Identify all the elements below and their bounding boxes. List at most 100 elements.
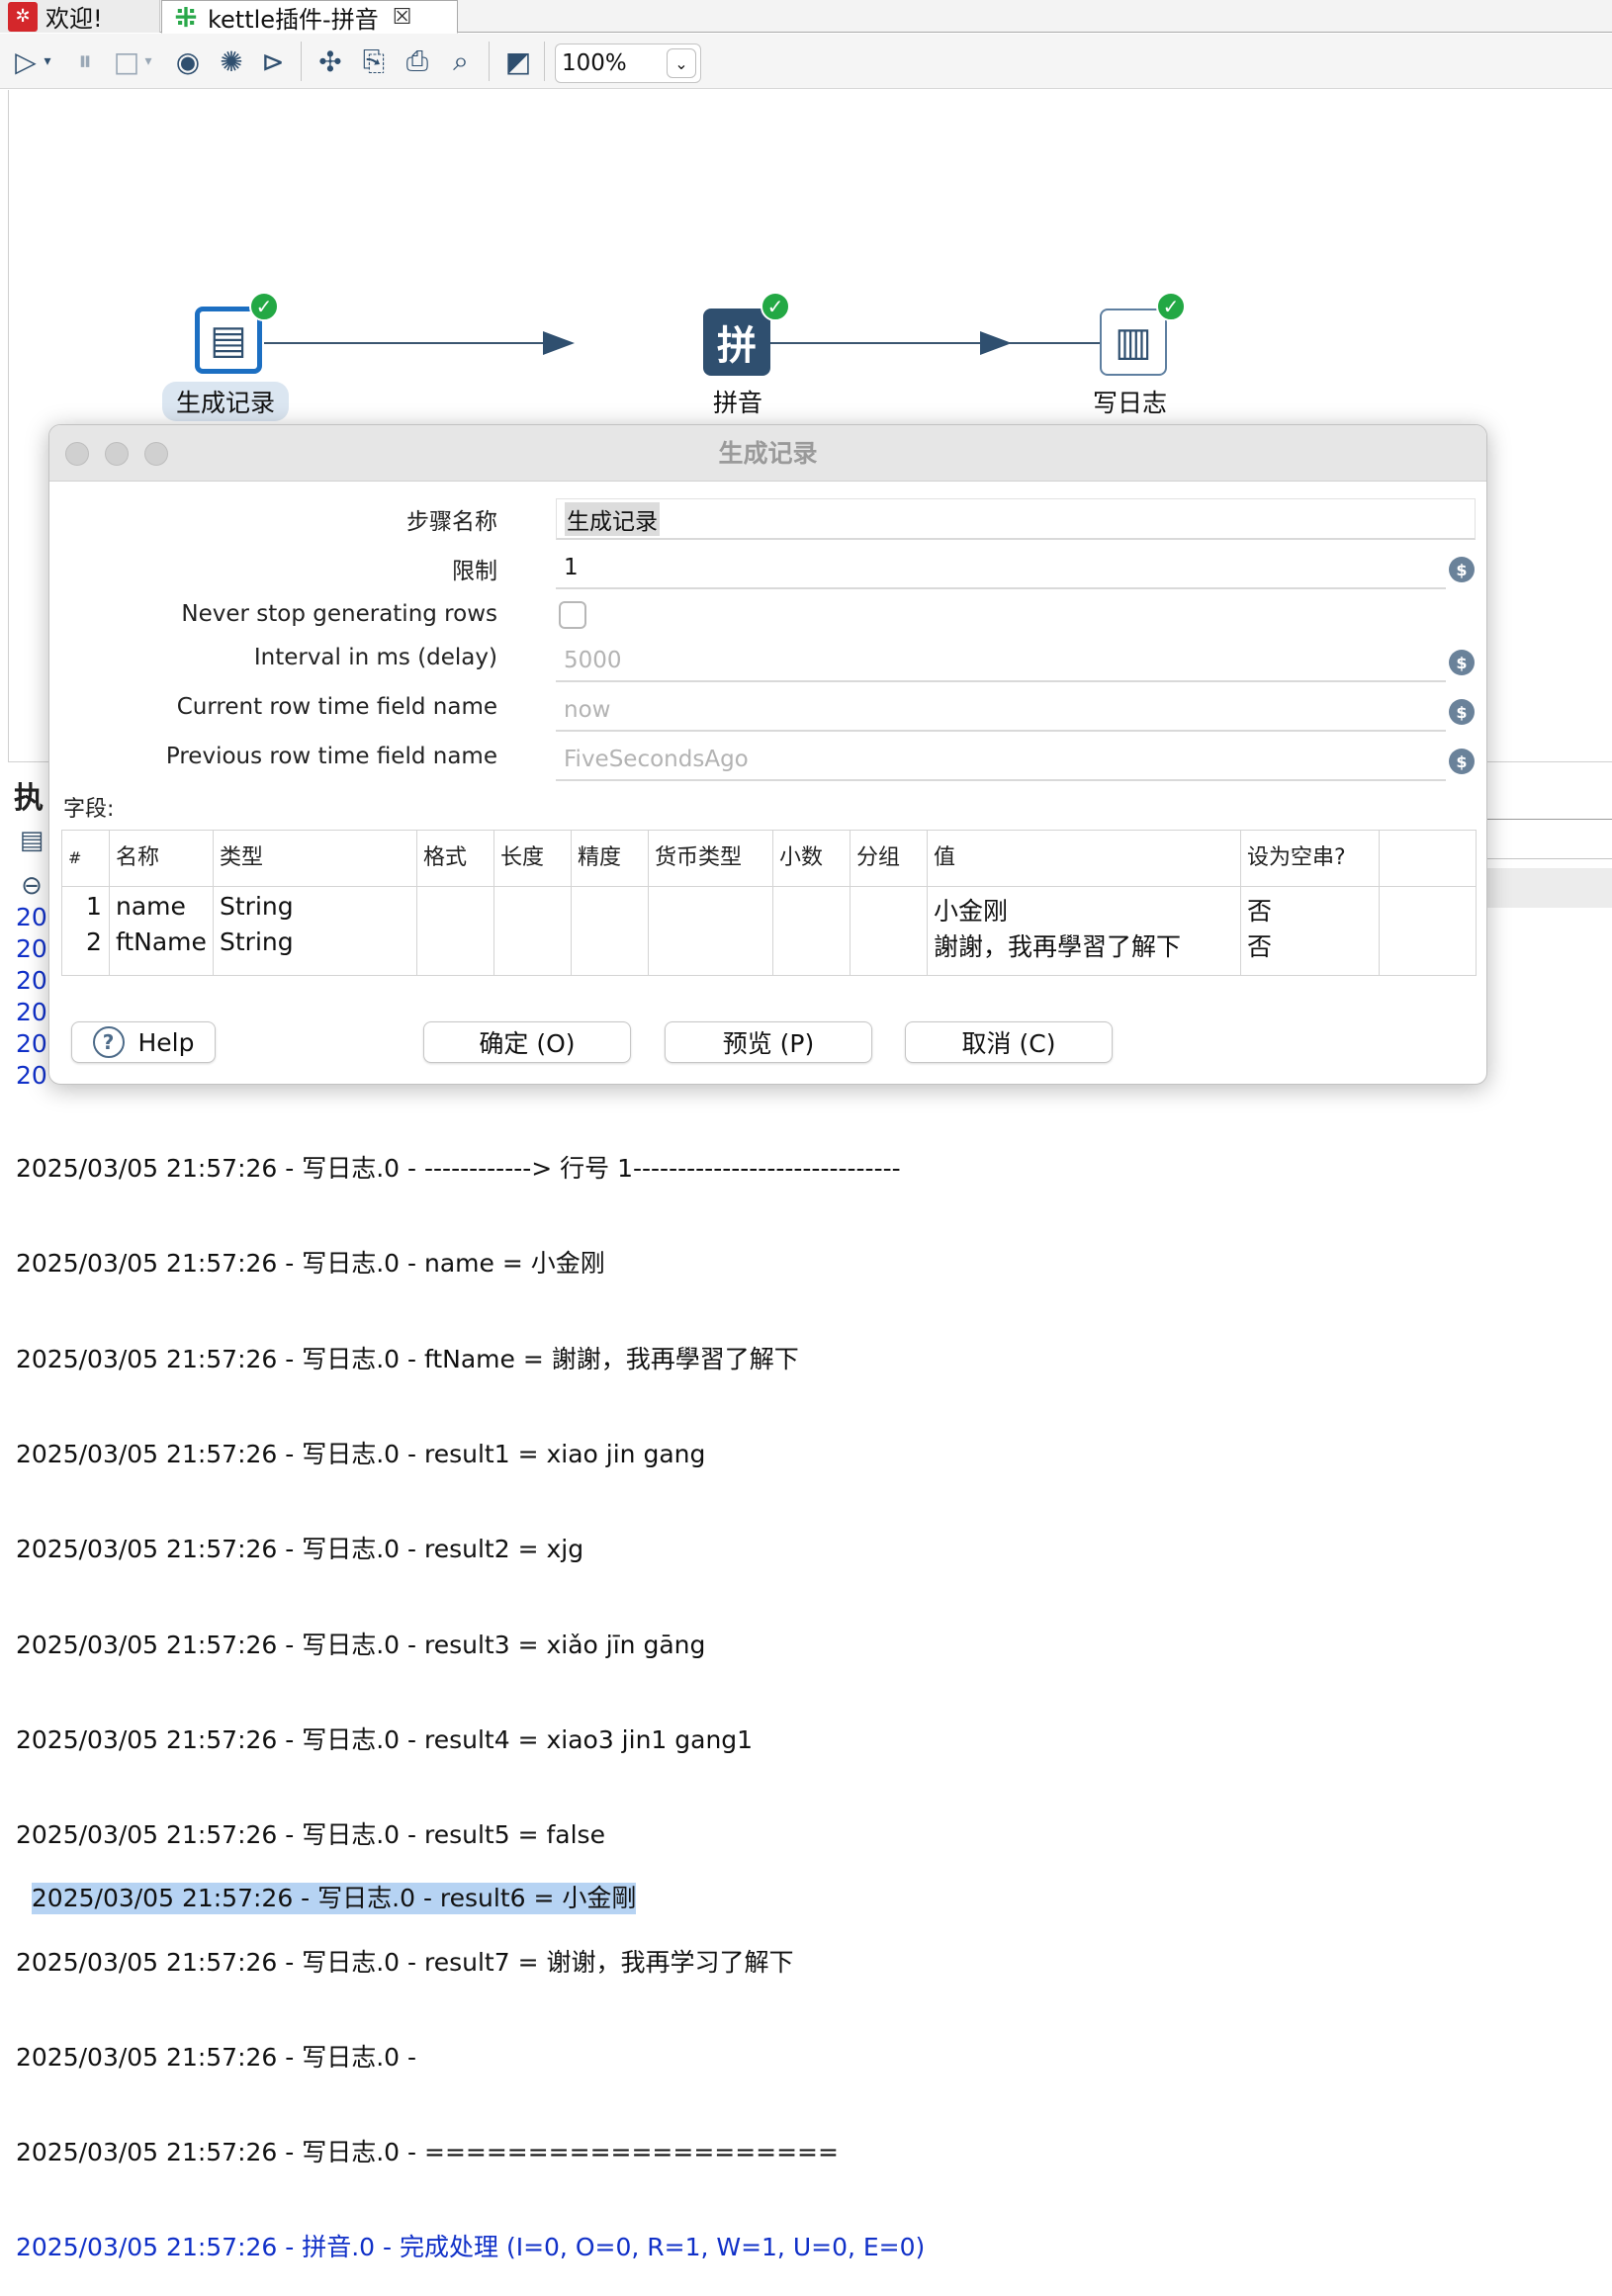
row-number[interactable]: 1 xyxy=(80,892,102,921)
help-button-label: Help xyxy=(137,1027,195,1057)
help-button[interactable]: ? Help xyxy=(71,1021,216,1063)
limit-value: 1 xyxy=(564,555,579,580)
transformation-toolbar: ▷ ▾ ⏸ □ ▾ ◉ ✺ ⊳ ✣ ⎘ ⎙ ⌕ ◩ 100% ⌄ xyxy=(0,34,1612,89)
log-line: 2025/03/05 21:57:26 - 写日志.0 - ----------… xyxy=(16,1154,901,1184)
log-line-partial: 20 xyxy=(16,1061,47,1090)
column-header[interactable]: 设为空串? xyxy=(1241,831,1380,886)
column-header[interactable]: 小数 xyxy=(773,831,851,886)
step-generate-rows[interactable]: ▤ xyxy=(195,307,262,374)
log-line: 2025/03/05 21:57:26 - 写日志.0 - ==========… xyxy=(16,2138,839,2167)
explore-db-icon[interactable]: ⌕ xyxy=(443,44,479,79)
limit-label: 限制 xyxy=(452,559,497,584)
step-label-generate-rows[interactable]: 生成记录 xyxy=(162,382,290,421)
impact-icon[interactable]: ⎘ xyxy=(356,44,392,79)
current-row-time-value: now xyxy=(564,697,611,723)
column-header[interactable]: 名称 xyxy=(110,831,214,886)
field-value-cell[interactable]: 謝謝，我再學習了解下 xyxy=(928,927,1181,963)
set-empty-cell[interactable]: 否 xyxy=(1241,892,1272,927)
debug-icon[interactable]: ✺ xyxy=(214,44,249,79)
column-header[interactable]: # xyxy=(62,831,110,886)
log-line: 2025/03/05 21:57:26 - 写日志.0 - result4 = … xyxy=(16,1724,754,1754)
log-output[interactable]: 2025/03/05 21:57:26 - 写日志.0 - ----------… xyxy=(16,1090,925,2296)
run-dropdown-icon[interactable]: ▾ xyxy=(38,44,57,79)
variable-icon[interactable]: $ xyxy=(1449,749,1475,774)
current-row-time-field[interactable]: now xyxy=(556,690,1446,732)
step-pinyin[interactable]: 拼 xyxy=(703,309,770,376)
column-header[interactable]: 类型 xyxy=(214,831,417,886)
table-header-divider xyxy=(62,886,1476,887)
step-name-value: 生成记录 xyxy=(565,501,660,536)
variable-icon[interactable]: $ xyxy=(1449,699,1475,725)
chevron-down-icon[interactable]: ⌄ xyxy=(667,48,696,78)
zoom-value: 100% xyxy=(562,50,627,76)
write-log-icon: ▥ xyxy=(1115,319,1152,365)
generate-rows-icon: ▤ xyxy=(210,317,247,363)
log-line: 2025/03/05 21:57:26 - 写日志.0 - ftName = 謝… xyxy=(16,1344,799,1373)
log-line: 2025/03/05 21:57:26 - 写日志.0 - xyxy=(16,2042,425,2072)
tab-welcome[interactable]: ✲ 欢迎! xyxy=(0,0,160,33)
tab-transformation[interactable]: ⁜ kettle插件-拼音 ☒ xyxy=(161,0,458,34)
hop-line[interactable] xyxy=(770,342,998,344)
never-stop-label: Never stop generating rows xyxy=(181,601,497,627)
fields-table[interactable]: # 名称 类型 格式 长度 精度 货币类型 小数 分组 值 设为空串? 1 na… xyxy=(61,830,1477,976)
column-divider xyxy=(571,887,572,975)
field-type-cell[interactable]: String xyxy=(214,892,294,921)
verify-icon[interactable]: ✣ xyxy=(313,44,348,79)
stop-dropdown-icon[interactable]: ▾ xyxy=(138,44,158,79)
close-icon[interactable]: ☒ xyxy=(393,5,412,30)
log-page-icon[interactable]: ▤ xyxy=(16,825,47,856)
column-header[interactable]: 长度 xyxy=(494,831,572,886)
log-line-partial: 20 xyxy=(16,903,47,931)
previous-row-time-value: FiveSecondsAgo xyxy=(564,747,749,772)
fields-label: 字段: xyxy=(63,797,115,822)
log-line-partial: 20 xyxy=(16,998,47,1026)
column-divider xyxy=(416,887,417,975)
interval-field[interactable]: 5000 xyxy=(556,641,1446,682)
log-line-partial: 20 xyxy=(16,1029,47,1058)
variable-icon[interactable]: $ xyxy=(1449,557,1475,582)
collapse-icon[interactable]: ⊖ xyxy=(16,870,47,902)
column-header[interactable]: 分组 xyxy=(851,831,928,886)
field-value-cell[interactable]: 小金刚 xyxy=(928,892,1008,927)
ok-button[interactable]: 确定 (O) xyxy=(423,1021,631,1063)
hop-line[interactable] xyxy=(1008,342,1107,344)
column-divider xyxy=(648,887,649,975)
limit-field[interactable]: 1 xyxy=(556,548,1446,589)
field-name-cell[interactable]: name xyxy=(110,892,186,921)
previous-row-time-field[interactable]: FiveSecondsAgo xyxy=(556,740,1446,781)
toolbar-separator xyxy=(544,42,545,81)
hop-line[interactable] xyxy=(264,342,561,344)
replay-icon[interactable]: ⊳ xyxy=(255,44,291,79)
never-stop-checkbox[interactable] xyxy=(559,601,586,629)
log-line: 2025/03/05 21:57:26 - 写日志.0 - result3 = … xyxy=(16,1630,706,1659)
cancel-button[interactable]: 取消 (C) xyxy=(905,1021,1113,1063)
log-line: 2025/03/05 21:57:26 - 写日志.0 - result1 = … xyxy=(16,1440,706,1469)
field-type-cell[interactable]: String xyxy=(214,927,294,956)
column-header[interactable]: 值 xyxy=(928,831,1241,886)
step-label-write-log[interactable]: 写日志 xyxy=(1093,384,1167,419)
zoom-select[interactable]: 100% ⌄ xyxy=(555,44,701,83)
step-name-label: 步骤名称 xyxy=(406,509,497,535)
column-header[interactable]: 精度 xyxy=(572,831,649,886)
preview-eye-icon[interactable]: ◉ xyxy=(170,44,206,79)
pause-icon[interactable]: ⏸ xyxy=(67,44,103,79)
step-label-pinyin[interactable]: 拼音 xyxy=(713,384,762,419)
dialog-titlebar[interactable]: 生成记录 xyxy=(49,425,1486,482)
log-line: 2025/03/05 21:57:26 - 写日志.0 - result5 = … xyxy=(16,1820,605,1850)
preview-button[interactable]: 预览 (P) xyxy=(665,1021,872,1063)
column-header[interactable]: 货币类型 xyxy=(649,831,773,886)
variable-icon[interactable]: $ xyxy=(1449,650,1475,675)
sql-icon[interactable]: ⎙ xyxy=(400,44,435,79)
help-icon: ? xyxy=(92,1026,125,1058)
log-line-partial: 20 xyxy=(16,934,47,963)
pinyin-icon: 拼 xyxy=(717,323,757,369)
step-write-log[interactable]: ▥ xyxy=(1100,309,1167,376)
set-empty-cell[interactable]: 否 xyxy=(1241,927,1272,963)
row-number[interactable]: 2 xyxy=(80,927,102,956)
field-name-cell[interactable]: ftName xyxy=(110,927,207,956)
column-header[interactable]: 格式 xyxy=(417,831,494,886)
step-name-field[interactable]: 生成记录 xyxy=(556,498,1476,540)
dialog-title: 生成记录 xyxy=(718,439,818,468)
show-results-icon[interactable]: ◩ xyxy=(500,44,536,79)
success-check-icon: ✓ xyxy=(249,292,279,321)
